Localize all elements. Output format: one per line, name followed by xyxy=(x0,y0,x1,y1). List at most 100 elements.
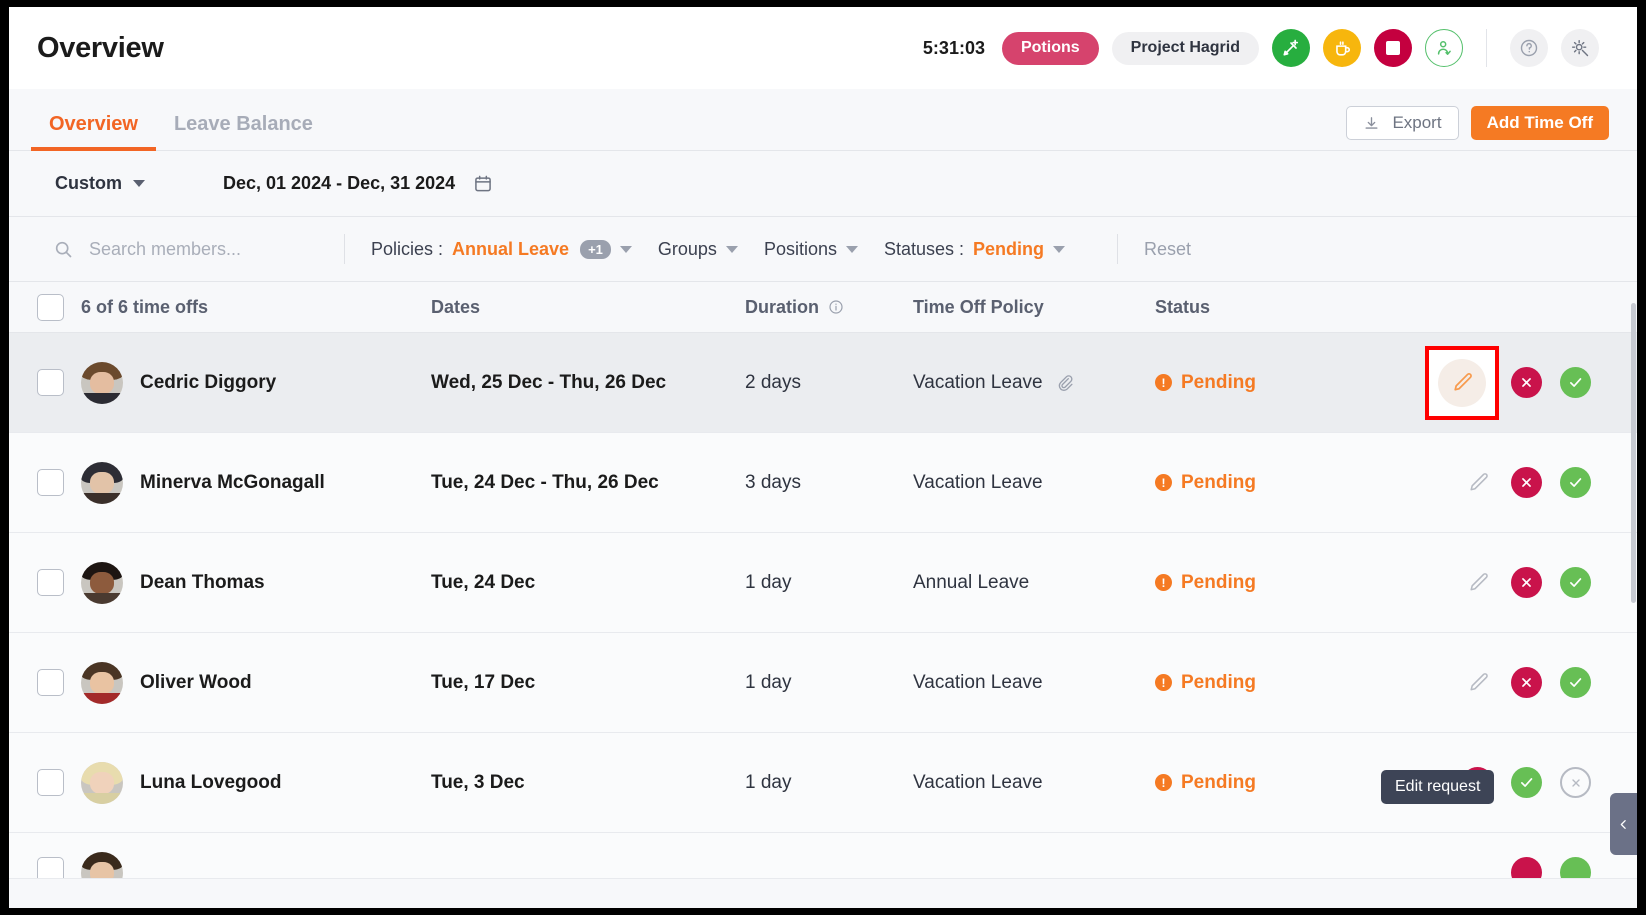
break-coffee-icon[interactable] xyxy=(1323,29,1361,67)
approve-request-button[interactable] xyxy=(1511,767,1542,798)
attachment-icon[interactable] xyxy=(1055,373,1074,392)
approve-request-button[interactable] xyxy=(1560,857,1591,879)
member-name: Oliver Wood xyxy=(140,672,252,694)
member-cell: Cedric Diggory xyxy=(81,362,431,404)
filter-policies-value: Annual Leave xyxy=(452,239,569,260)
session-timer: 5:31:03 xyxy=(923,38,985,59)
edit-request-button[interactable] xyxy=(1463,568,1493,598)
table-row[interactable]: Cedric Diggory Wed, 25 Dec - Thu, 26 Dec… xyxy=(9,333,1637,433)
user-check-icon[interactable] xyxy=(1425,29,1463,67)
approve-request-button[interactable] xyxy=(1560,567,1591,598)
row-select-cell xyxy=(9,833,81,879)
approve-request-button[interactable] xyxy=(1560,367,1591,398)
add-time-off-button[interactable]: Add Time Off xyxy=(1471,106,1609,140)
filter-groups[interactable]: Groups xyxy=(658,239,738,260)
row-dates: Tue, 24 Dec xyxy=(431,572,745,594)
stop-recording-icon[interactable] xyxy=(1374,29,1412,67)
collapse-panel-handle[interactable] xyxy=(1610,793,1637,855)
row-policy: Annual Leave xyxy=(913,572,1029,594)
pencil-icon xyxy=(1451,371,1474,394)
edit-request-button[interactable] xyxy=(1438,359,1486,407)
calendar-icon[interactable] xyxy=(473,173,493,194)
row-select-cell xyxy=(9,569,81,596)
cancel-request-button[interactable] xyxy=(1560,767,1591,798)
row-policy-cell: Vacation Leave xyxy=(913,472,1155,494)
row-actions xyxy=(1407,667,1637,698)
reject-request-button[interactable] xyxy=(1511,567,1542,598)
tab-overview[interactable]: Overview xyxy=(31,113,156,150)
filter-bar: Policies : Annual Leave +1 Groups Positi… xyxy=(9,217,1637,281)
row-checkbox[interactable] xyxy=(37,469,64,496)
row-policy: Vacation Leave xyxy=(913,372,1043,394)
info-icon[interactable] xyxy=(828,299,844,315)
filter-divider-2 xyxy=(1117,234,1118,264)
task-chip-potions[interactable]: Potions xyxy=(1002,32,1099,65)
column-duration-label: Duration xyxy=(745,297,819,318)
avatar xyxy=(81,762,123,804)
export-button[interactable]: Export xyxy=(1346,106,1458,140)
reject-request-button[interactable] xyxy=(1511,367,1542,398)
tab-leave-balance[interactable]: Leave Balance xyxy=(156,113,331,150)
row-checkbox[interactable] xyxy=(37,769,64,796)
download-icon xyxy=(1363,115,1380,132)
filter-positions-label: Positions xyxy=(764,239,837,260)
table-row[interactable]: Minerva McGonagall Tue, 24 Dec - Thu, 26… xyxy=(9,433,1637,533)
filter-groups-label: Groups xyxy=(658,239,717,260)
tracker-green-icon[interactable] xyxy=(1272,29,1310,67)
help-icon[interactable] xyxy=(1510,29,1548,67)
top-header: Overview 5:31:03 Potions Project Hagrid xyxy=(9,7,1637,89)
row-checkbox[interactable] xyxy=(37,857,64,879)
status-label: Pending xyxy=(1181,472,1256,494)
table-row[interactable]: Oliver Wood Tue, 17 Dec 1 day Vacation L… xyxy=(9,633,1637,733)
page-title: Overview xyxy=(37,32,164,65)
status-badge: ! Pending xyxy=(1155,672,1407,694)
filter-policies-label: Policies : xyxy=(371,239,443,260)
row-dates: Wed, 25 Dec - Thu, 26 Dec xyxy=(431,372,745,394)
column-policy: Time Off Policy xyxy=(913,297,1155,318)
edit-request-button-highlight[interactable] xyxy=(1425,346,1499,420)
column-count: 6 of 6 time offs xyxy=(81,297,431,318)
date-preset-dropdown[interactable]: Custom xyxy=(55,173,145,194)
row-dates: Tue, 17 Dec xyxy=(431,672,745,694)
reject-request-button[interactable] xyxy=(1511,667,1542,698)
select-all-checkbox[interactable] xyxy=(37,294,64,321)
reject-request-button[interactable] xyxy=(1511,857,1542,879)
filter-policies[interactable]: Policies : Annual Leave +1 xyxy=(371,239,632,260)
approve-request-button[interactable] xyxy=(1560,667,1591,698)
reject-request-button[interactable] xyxy=(1511,467,1542,498)
scrollbar-thumb[interactable] xyxy=(1631,303,1636,603)
table-row[interactable] xyxy=(9,833,1637,879)
edit-request-button[interactable] xyxy=(1463,668,1493,698)
row-duration: 3 days xyxy=(745,472,913,494)
table-header: 6 of 6 time offs Dates Duration Time Off… xyxy=(9,281,1637,333)
edit-request-button[interactable] xyxy=(1463,468,1493,498)
header-controls: 5:31:03 Potions Project Hagrid xyxy=(923,29,1599,67)
approve-request-button[interactable] xyxy=(1560,467,1591,498)
row-select-cell xyxy=(9,469,81,496)
column-status: Status xyxy=(1155,297,1407,318)
member-cell: Luna Lovegood xyxy=(81,762,431,804)
row-checkbox[interactable] xyxy=(37,569,64,596)
avatar xyxy=(81,562,123,604)
member-cell: Dean Thomas xyxy=(81,562,431,604)
column-dates: Dates xyxy=(431,297,745,318)
filter-statuses[interactable]: Statuses : Pending xyxy=(884,239,1065,260)
row-checkbox[interactable] xyxy=(37,669,64,696)
row-policy-cell: Vacation Leave xyxy=(913,672,1155,694)
row-checkbox[interactable] xyxy=(37,369,64,396)
status-badge: ! Pending xyxy=(1155,572,1407,594)
member-name: Dean Thomas xyxy=(140,572,265,594)
status-label: Pending xyxy=(1181,772,1256,794)
table-row[interactable]: Dean Thomas Tue, 24 Dec 1 day Annual Lea… xyxy=(9,533,1637,633)
settings-icon[interactable] xyxy=(1561,29,1599,67)
reset-filters-button[interactable]: Reset xyxy=(1144,239,1191,260)
search-input[interactable] xyxy=(89,239,289,260)
status-label: Pending xyxy=(1181,672,1256,694)
filter-positions[interactable]: Positions xyxy=(764,239,858,260)
avatar xyxy=(81,852,123,880)
row-dates: Tue, 24 Dec - Thu, 26 Dec xyxy=(431,472,745,494)
row-policy: Vacation Leave xyxy=(913,672,1043,694)
app-window: Overview 5:31:03 Potions Project Hagrid xyxy=(9,7,1637,908)
tooltip-edit-request: Edit request xyxy=(1381,770,1494,804)
project-chip-hagrid[interactable]: Project Hagrid xyxy=(1112,32,1259,65)
